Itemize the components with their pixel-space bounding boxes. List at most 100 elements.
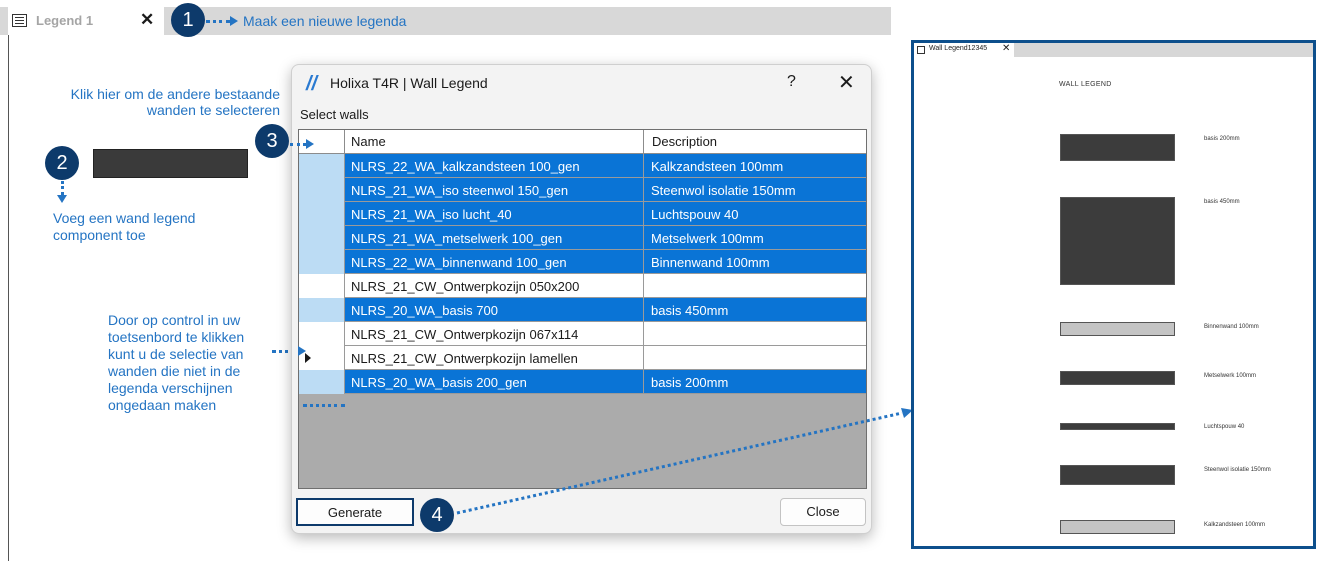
row-selector[interactable] <box>299 370 345 394</box>
row-name: NLRS_20_WA_basis 700 <box>345 298 644 322</box>
preview-tab-label: Wall Legend12345 <box>929 45 988 52</box>
legend-swatch <box>1060 520 1175 534</box>
row-selector[interactable] <box>299 226 345 250</box>
row-selector[interactable] <box>299 202 345 226</box>
click-here-text-1: Klik hier om de andere bestaande <box>70 86 280 102</box>
control-text-3: kunt u de selectie van <box>108 346 244 362</box>
row-description <box>644 274 866 298</box>
table-row[interactable]: NLRS_22_WA_binnenwand 100_gen Binnenwand… <box>299 250 866 274</box>
row-description: Steenwol isolatie 150mm <box>644 178 866 202</box>
table-row[interactable]: NLRS_21_WA_iso lucht_40 Luchtspouw 40 <box>299 202 866 226</box>
step-2-text-1: Voeg een wand legend <box>53 210 196 226</box>
row-selector[interactable] <box>299 250 345 274</box>
table-row[interactable]: NLRS_20_WA_basis 200_gen basis 200mm <box>299 370 866 394</box>
holixa-logo-icon: // <box>306 73 318 95</box>
row-name: NLRS_21_WA_iso steenwol 150_gen <box>345 178 644 202</box>
tab-wall-legend[interactable]: Wall Legend12345 ✕ <box>914 43 1014 57</box>
row-selector[interactable] <box>299 154 345 178</box>
row-selector[interactable] <box>299 298 345 322</box>
step-4-connector <box>456 408 913 515</box>
step-1-badge: 1 <box>171 3 205 37</box>
control-text-2: toetsenbord te klikken <box>108 329 245 345</box>
legend-label: Binnenwand 100mm <box>1204 324 1259 330</box>
legend-label: basis 200mm <box>1204 136 1240 142</box>
click-here-text-2: wanden te selecteren <box>146 102 280 118</box>
legend-icon <box>12 14 27 27</box>
control-row-dotted-line <box>303 404 345 407</box>
legend-swatch <box>1060 322 1175 336</box>
step-2-text-2: component toe <box>53 227 146 243</box>
row-name: NLRS_22_WA_binnenwand 100_gen <box>345 250 644 274</box>
control-text-6: ongedaan maken <box>108 397 217 413</box>
row-description: Luchtspouw 40 <box>644 202 866 226</box>
view-border <box>8 35 9 561</box>
row-description: basis 450mm <box>644 298 866 322</box>
help-button[interactable]: ? <box>787 73 796 91</box>
row-description <box>644 322 866 346</box>
step-3-arrow-icon <box>306 139 314 149</box>
select-walls-label: Select walls <box>300 107 369 122</box>
row-name: NLRS_20_WA_basis 200_gen <box>345 370 644 394</box>
column-header-name[interactable]: Name <box>345 130 644 154</box>
legend-icon <box>917 46 925 54</box>
table-row[interactable]: NLRS_20_WA_basis 700 basis 450mm <box>299 298 866 322</box>
document-tab-bar: Legend 1 ✕ <box>0 7 891 35</box>
step-4-badge: 4 <box>420 498 454 532</box>
row-description: Binnenwand 100mm <box>644 250 866 274</box>
step-3-dotted-line <box>290 143 306 146</box>
legend-label: Metselwerk 100mm <box>1204 373 1257 379</box>
legend-swatch <box>1060 371 1175 385</box>
dialog-close-icon[interactable]: ✕ <box>838 70 855 95</box>
table-row[interactable]: NLRS_22_WA_kalkzandsteen 100_gen Kalkzan… <box>299 154 866 178</box>
control-text-1: Door op control in uw <box>108 312 241 328</box>
table-row[interactable]: NLRS_21_CW_Ontwerpkozijn 067x114 <box>299 322 866 346</box>
wall-legend-component[interactable] <box>93 149 248 178</box>
step-1-text: Maak een nieuwe legenda <box>243 13 407 29</box>
row-selector[interactable] <box>299 322 345 346</box>
table-row[interactable]: NLRS_21_CW_Ontwerpkozijn lamellen <box>299 346 866 370</box>
control-text-4: wanden die niet in de <box>108 363 241 379</box>
step-3-badge: 3 <box>255 124 289 158</box>
row-description: Metselwerk 100mm <box>644 226 866 250</box>
tab-label: Legend 1 <box>36 13 94 28</box>
step-1-dotted-line <box>206 20 230 23</box>
tab-close-icon[interactable]: ✕ <box>140 10 154 30</box>
table-row[interactable]: NLRS_21_CW_Ontwerpkozijn 050x200 <box>299 274 866 298</box>
step-1-arrow-icon <box>230 16 238 26</box>
row-name: NLRS_22_WA_kalkzandsteen 100_gen <box>345 154 644 178</box>
row-selector[interactable] <box>299 178 345 202</box>
preview-tab-bar: Wall Legend12345 ✕ <box>914 43 1313 57</box>
legend-label: Kalkzandsteen 100mm <box>1204 522 1266 528</box>
legend-title: WALL LEGEND <box>1059 81 1112 88</box>
row-description <box>644 346 866 370</box>
preview-tab-close-icon[interactable]: ✕ <box>1002 43 1010 54</box>
row-name: NLRS_21_WA_metselwerk 100_gen <box>345 226 644 250</box>
grid-header: Name Description <box>299 130 866 154</box>
row-description: basis 200mm <box>644 370 866 394</box>
row-name: NLRS_21_WA_iso lucht_40 <box>345 202 644 226</box>
legend-label: basis 450mm <box>1204 199 1240 205</box>
row-name: NLRS_21_CW_Ontwerpkozijn 050x200 <box>345 274 644 298</box>
legend-label: Steenwol isolatie 150mm <box>1204 467 1271 473</box>
column-header-description[interactable]: Description <box>644 130 866 154</box>
row-description: Kalkzandsteen 100mm <box>644 154 866 178</box>
row-selector[interactable] <box>299 274 345 298</box>
legend-swatch <box>1060 423 1175 430</box>
legend-preview-panel: Wall Legend12345 ✕ WALL LEGEND basis 200… <box>911 40 1316 549</box>
control-arrow-icon <box>298 346 306 356</box>
table-row[interactable]: NLRS_21_WA_metselwerk 100_gen Metselwerk… <box>299 226 866 250</box>
table-row[interactable]: NLRS_21_WA_iso steenwol 150_gen Steenwol… <box>299 178 866 202</box>
dialog-title: Holixa T4R | Wall Legend <box>330 75 488 91</box>
row-name: NLRS_21_CW_Ontwerpkozijn lamellen <box>345 346 644 370</box>
step-4-dotted-line <box>456 411 903 515</box>
tab-legend-1[interactable]: Legend 1 ✕ <box>8 7 164 35</box>
legend-label: Luchtspouw 40 <box>1204 424 1245 430</box>
row-name: NLRS_21_CW_Ontwerpkozijn 067x114 <box>345 322 644 346</box>
control-text-5: legenda verschijnen <box>108 380 233 396</box>
step-2-arrow-icon <box>57 195 67 203</box>
legend-swatch <box>1060 134 1175 161</box>
step-2-dotted-line <box>61 181 64 195</box>
generate-button[interactable]: Generate <box>296 498 414 526</box>
legend-swatch <box>1060 465 1175 485</box>
legend-swatch <box>1060 197 1175 285</box>
